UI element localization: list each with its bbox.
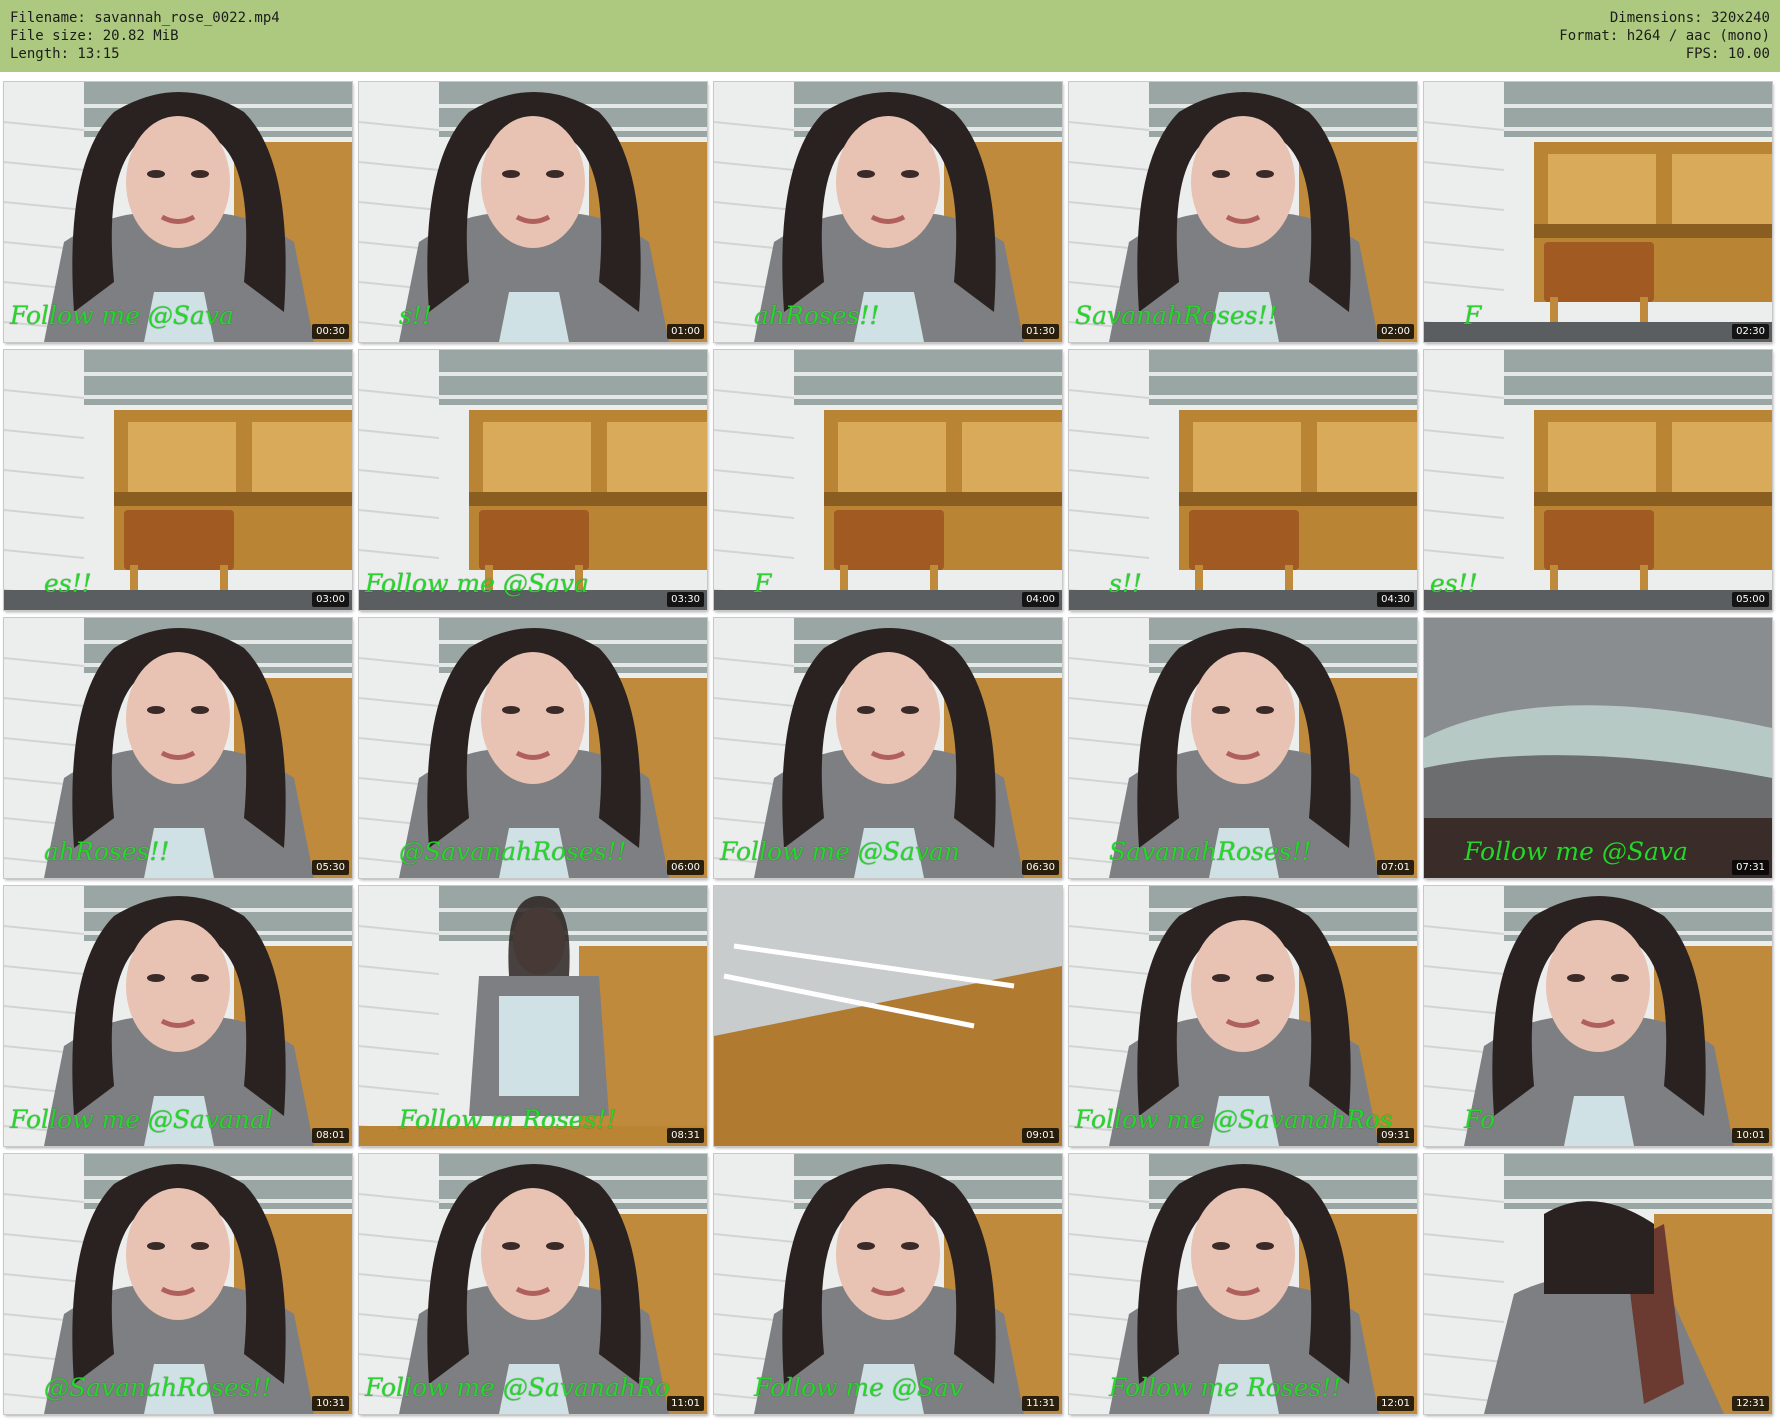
- thumbnail-frame: 09:01: [714, 886, 1062, 1146]
- timestamp-badge: 07:01: [1377, 860, 1414, 875]
- watermark-text: Follow me Roses!!: [1109, 1373, 1342, 1402]
- watermark-text: s!!: [1109, 569, 1142, 598]
- timestamp-badge: 10:31: [312, 1396, 349, 1411]
- timestamp-badge: 04:00: [1022, 592, 1059, 607]
- thumbnail-frame: F 04:00: [714, 350, 1062, 610]
- timestamp-badge: 01:00: [667, 324, 704, 339]
- watermark-text: s!!: [399, 301, 432, 330]
- timestamp-badge: 07:31: [1732, 860, 1769, 875]
- timestamp-badge: 11:01: [667, 1396, 704, 1411]
- timestamp-badge: 08:31: [667, 1128, 704, 1143]
- timestamp-badge: 06:30: [1022, 860, 1059, 875]
- thumbnail-frame: s!! 01:00: [359, 82, 707, 342]
- timestamp-badge: 06:00: [667, 860, 704, 875]
- thumbnail-frame: SavanahRoses!! 02:00: [1069, 82, 1417, 342]
- thumbnail-frame: Follow me @SavanahRos 09:31: [1069, 886, 1417, 1146]
- thumbnail-frame: Follow me Roses!! 12:01: [1069, 1154, 1417, 1414]
- watermark-text: Fo: [1464, 1105, 1496, 1134]
- watermark-text: Follow me @Sav: [754, 1373, 964, 1402]
- thumbnail-frame: s!! 04:30: [1069, 350, 1417, 610]
- thumbnail-frame: Fo 10:01: [1424, 886, 1772, 1146]
- timestamp-badge: 03:30: [667, 592, 704, 607]
- thumbnail-frame: @SavanahRoses!! 10:31: [4, 1154, 352, 1414]
- thumbnail-frame: es!! 05:00: [1424, 350, 1772, 610]
- watermark-text: @SavanahRoses!!: [399, 837, 627, 866]
- length-text: Length: 13:15: [10, 46, 120, 62]
- thumbnail-frame: Follow me @Sava 03:30: [359, 350, 707, 610]
- watermark-text: @SavanahRoses!!: [44, 1373, 272, 1402]
- watermark-text: Follow me @Savan: [720, 837, 961, 866]
- timestamp-badge: 11:31: [1022, 1396, 1059, 1411]
- file-info-right: Dimensions: 320x240 Format: h264 / aac (…: [1559, 9, 1770, 63]
- watermark-text: Follow me @SavanahRo: [365, 1373, 670, 1402]
- info-header: Filename: savannah_rose_0022.mp4 File si…: [0, 0, 1780, 72]
- timestamp-badge: 10:01: [1732, 1128, 1769, 1143]
- timestamp-badge: 02:00: [1377, 324, 1414, 339]
- thumbnail-frame: F 02:30: [1424, 82, 1772, 342]
- timestamp-badge: 12:31: [1732, 1396, 1769, 1411]
- watermark-text: es!!: [1430, 569, 1478, 598]
- filesize-text: File size: 20.82 MiB: [10, 28, 179, 44]
- thumbnail-frame: Follow m Roses!! 08:31: [359, 886, 707, 1146]
- thumbnail-frame: 12:31: [1424, 1154, 1772, 1414]
- timestamp-badge: 09:31: [1377, 1128, 1414, 1143]
- watermark-text: Follow me @Sava: [10, 301, 234, 330]
- thumbnail-frame: Follow me @Sava 07:31: [1424, 618, 1772, 878]
- watermark-text: ahRoses!!: [754, 301, 880, 330]
- thumbnail-frame: ahRoses!! 05:30: [4, 618, 352, 878]
- filename-text: Filename: savannah_rose_0022.mp4: [10, 10, 280, 26]
- watermark-text: ahRoses!!: [44, 837, 170, 866]
- watermark-text: F: [1464, 301, 1482, 330]
- thumbnail-frame: Follow me @Sav 11:31: [714, 1154, 1062, 1414]
- thumbnail-frame: Follow me @Savanal 08:01: [4, 886, 352, 1146]
- watermark-text: SavanahRoses!!: [1075, 301, 1278, 330]
- timestamp-badge: 01:30: [1022, 324, 1059, 339]
- timestamp-badge: 04:30: [1377, 592, 1414, 607]
- thumbnail-frame: @SavanahRoses!! 06:00: [359, 618, 707, 878]
- thumbnail-frame: SavanahRoses!! 07:01: [1069, 618, 1417, 878]
- timestamp-badge: 08:01: [312, 1128, 349, 1143]
- watermark-text: F: [754, 569, 772, 598]
- thumbnail-frame: ahRoses!! 01:30: [714, 82, 1062, 342]
- watermark-text: Follow me @SavanahRos: [1075, 1105, 1393, 1134]
- thumbnail-grid: Follow me @Sava 00:30 s!! 01:00 ahRoses!! 01:…: [4, 82, 1778, 1414]
- watermark-text: Follow me @Sava: [365, 569, 589, 598]
- thumbnail-frame: Follow me @Savan 06:30: [714, 618, 1062, 878]
- timestamp-badge: 00:30: [312, 324, 349, 339]
- dimensions-text: Dimensions: 320x240: [1609, 10, 1770, 26]
- timestamp-badge: 12:01: [1377, 1396, 1414, 1411]
- thumbnail-frame: Follow me @Sava 00:30: [4, 82, 352, 342]
- format-text: Format: h264 / aac (mono): [1559, 28, 1770, 44]
- watermark-text: SavanahRoses!!: [1109, 837, 1312, 866]
- fps-text: FPS: 10.00: [1685, 46, 1770, 62]
- timestamp-badge: 05:00: [1732, 592, 1769, 607]
- watermark-text: Follow m Roses!!: [399, 1105, 617, 1134]
- file-info-left: Filename: savannah_rose_0022.mp4 File si…: [10, 9, 280, 63]
- watermark-text: Follow me @Savanal: [10, 1105, 273, 1134]
- thumbnail-frame: es!! 03:00: [4, 350, 352, 610]
- timestamp-badge: 02:30: [1732, 324, 1769, 339]
- thumbnail-image: [714, 886, 1062, 1146]
- thumbnail-frame: Follow me @SavanahRo 11:01: [359, 1154, 707, 1414]
- timestamp-badge: 09:01: [1022, 1128, 1059, 1143]
- watermark-text: es!!: [44, 569, 92, 598]
- timestamp-badge: 03:00: [312, 592, 349, 607]
- thumbnail-image: [1424, 1154, 1772, 1414]
- watermark-text: Follow me @Sava: [1464, 837, 1688, 866]
- timestamp-badge: 05:30: [312, 860, 349, 875]
